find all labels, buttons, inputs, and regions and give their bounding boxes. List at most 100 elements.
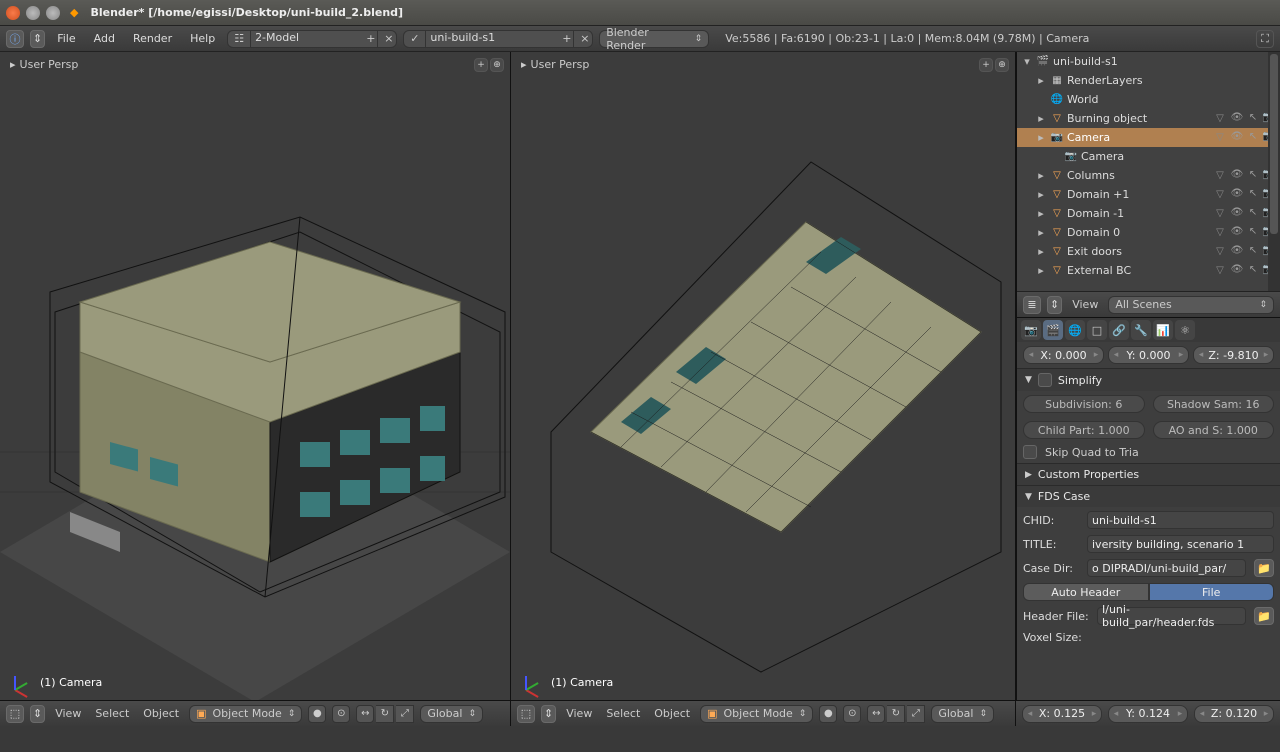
- viewport-right[interactable]: ▸User Persp +⊕ (1) Camera: [511, 52, 1016, 700]
- gravity-z[interactable]: ◂Z: -9.810▸: [1193, 346, 1274, 364]
- object-data-icon[interactable]: ▽: [1212, 245, 1228, 259]
- pivot-icon[interactable]: ⊙: [843, 705, 861, 723]
- editor-type-icon[interactable]: ⬚: [6, 705, 24, 723]
- viewport-left[interactable]: ▸User Persp +⊕ (1) Camera: [0, 52, 511, 700]
- object-data-icon[interactable]: ▽: [1212, 188, 1228, 202]
- voxel-x[interactable]: ◂X: 0.125▸: [1022, 705, 1102, 723]
- editor-type-icon[interactable]: ⓘ: [6, 30, 24, 48]
- close-icon[interactable]: [6, 6, 20, 20]
- tab-physics-icon[interactable]: ⚛: [1175, 320, 1195, 340]
- scene-browse-icon[interactable]: ✓: [404, 31, 426, 47]
- simplify-checkbox[interactable]: [1038, 373, 1052, 387]
- selectable-icon[interactable]: ↖: [1246, 188, 1260, 202]
- expand-icon[interactable]: ▸: [1035, 245, 1047, 258]
- object-menu[interactable]: Object: [650, 707, 694, 720]
- header-expand-icon[interactable]: ⇕: [30, 705, 45, 723]
- expand-icon[interactable]: ▸: [1035, 131, 1047, 144]
- selectable-icon[interactable]: ↖: [1246, 226, 1260, 240]
- viewport-collapse-icon[interactable]: ▸: [10, 58, 16, 71]
- viewport-plus-icon[interactable]: +: [979, 58, 993, 72]
- simplify-subdiv[interactable]: Subdivision: 6: [1023, 395, 1145, 413]
- object-data-icon[interactable]: ▽: [1212, 226, 1228, 240]
- selectable-icon[interactable]: ↖: [1246, 112, 1260, 126]
- maximize-icon[interactable]: [46, 6, 60, 20]
- select-menu[interactable]: Select: [602, 707, 644, 720]
- tab-constraint-icon[interactable]: 🔗: [1109, 320, 1129, 340]
- menu-add[interactable]: Add: [88, 32, 121, 45]
- fds-dir-input[interactable]: o DIPRADI/uni-build_par/: [1087, 559, 1246, 577]
- outliner-world[interactable]: World: [1067, 93, 1280, 106]
- outliner-expand-icon[interactable]: ⇕: [1047, 296, 1062, 314]
- outliner-item-child[interactable]: 📷Camera: [1017, 147, 1280, 166]
- fds-file-button[interactable]: File: [1149, 583, 1275, 601]
- tab-data-icon[interactable]: 📊: [1153, 320, 1173, 340]
- expand-icon[interactable]: ▸: [1035, 264, 1047, 277]
- panel-customprops-header[interactable]: ▶Custom Properties: [1017, 464, 1280, 485]
- fullscreen-icon[interactable]: ⛶: [1256, 30, 1274, 48]
- simplify-child[interactable]: Child Part: 1.000: [1023, 421, 1145, 439]
- outliner-editor-icon[interactable]: ≣: [1023, 296, 1041, 314]
- layout-add-icon[interactable]: +: [360, 31, 378, 47]
- manip-translate-icon[interactable]: ↔: [356, 705, 374, 723]
- manip-scale-icon[interactable]: ⤢: [396, 705, 414, 723]
- visibility-icon[interactable]: 👁: [1230, 169, 1244, 183]
- layout-delete-icon[interactable]: ×: [378, 31, 396, 47]
- header-expand-icon[interactable]: ⇕: [541, 705, 556, 723]
- tab-scene-icon[interactable]: 🎬: [1043, 320, 1063, 340]
- object-data-icon[interactable]: ▽: [1212, 131, 1228, 145]
- scene-delete-icon[interactable]: ×: [574, 31, 592, 47]
- expand-icon[interactable]: ▾: [1021, 55, 1033, 68]
- simplify-ao[interactable]: AO and S: 1.000: [1153, 421, 1275, 439]
- selectable-icon[interactable]: ↖: [1246, 131, 1260, 145]
- outliner-item[interactable]: ▸ ▽ Exit doors | ▽ 👁 ↖ 📷: [1017, 242, 1280, 261]
- tab-render-icon[interactable]: 📷: [1021, 320, 1041, 340]
- tab-object-icon[interactable]: □: [1087, 320, 1107, 340]
- folder-icon[interactable]: 📁: [1254, 559, 1274, 577]
- viewport-plus-icon[interactable]: +: [474, 58, 488, 72]
- outliner-item[interactable]: ▸ ▽ Domain +1 | ▽ 👁 ↖ 📷: [1017, 185, 1280, 204]
- outliner-scrollbar[interactable]: [1268, 52, 1280, 291]
- panel-fds-header[interactable]: ▼FDS Case: [1017, 486, 1280, 507]
- fds-chid-input[interactable]: uni-build-s1: [1087, 511, 1274, 529]
- scene-add-icon[interactable]: +: [556, 31, 574, 47]
- shading-solid-icon[interactable]: ●: [308, 705, 326, 723]
- manip-rotate-icon[interactable]: ↻: [376, 705, 394, 723]
- outliner-filter-dropdown[interactable]: All Scenes ⇕: [1108, 296, 1274, 314]
- panel-simplify-header[interactable]: ▼Simplify: [1017, 369, 1280, 391]
- outliner-item[interactable]: ▸ 📷 Camera | ▽ 👁 ↖ 📷: [1017, 128, 1280, 147]
- expand-icon[interactable]: ▸: [1035, 226, 1047, 239]
- voxel-z[interactable]: ◂Z: 0.120▸: [1194, 705, 1274, 723]
- outliner-item[interactable]: ▸ ▽ Domain 0 | ▽ 👁 ↖ 📷: [1017, 223, 1280, 242]
- visibility-icon[interactable]: 👁: [1230, 207, 1244, 221]
- fds-auto-button[interactable]: Auto Header: [1023, 583, 1149, 601]
- menu-render[interactable]: Render: [127, 32, 178, 45]
- selectable-icon[interactable]: ↖: [1246, 245, 1260, 259]
- fds-hdrfile-input[interactable]: I/uni-build_par/header.fds: [1097, 607, 1246, 625]
- gravity-y[interactable]: ◂Y: 0.000▸: [1108, 346, 1189, 364]
- pivot-icon[interactable]: ⊙: [332, 705, 350, 723]
- expand-icon[interactable]: ▸: [1035, 188, 1047, 201]
- expand-icon[interactable]: ▸: [1035, 169, 1047, 182]
- mode-dropdown[interactable]: ▣Object Mode⇕: [189, 705, 302, 723]
- outliner-view-menu[interactable]: View: [1068, 298, 1102, 311]
- layout-name[interactable]: 2-Model: [251, 31, 360, 47]
- select-menu[interactable]: Select: [91, 707, 133, 720]
- viewport-collapse-icon[interactable]: ▸: [521, 58, 527, 71]
- voxel-y[interactable]: ◂Y: 0.124▸: [1108, 705, 1188, 723]
- visibility-icon[interactable]: 👁: [1230, 188, 1244, 202]
- object-data-icon[interactable]: ▽: [1212, 264, 1228, 278]
- manip-scale-icon[interactable]: ⤢: [907, 705, 925, 723]
- gravity-x[interactable]: ◂X: 0.000▸: [1023, 346, 1104, 364]
- outliner-renderlayers[interactable]: RenderLayers: [1067, 74, 1260, 87]
- minimize-icon[interactable]: [26, 6, 40, 20]
- object-data-icon[interactable]: ▽: [1212, 207, 1228, 221]
- visibility-icon[interactable]: 👁: [1230, 131, 1244, 145]
- orientation-dropdown[interactable]: Global⇕: [420, 705, 483, 723]
- render-engine-dropdown[interactable]: Blender Render ⇕: [599, 30, 709, 48]
- object-menu[interactable]: Object: [139, 707, 183, 720]
- selectable-icon[interactable]: ↖: [1246, 169, 1260, 183]
- visibility-icon[interactable]: 👁: [1230, 245, 1244, 259]
- tab-modifier-icon[interactable]: 🔧: [1131, 320, 1151, 340]
- selectable-icon[interactable]: ↖: [1246, 207, 1260, 221]
- object-data-icon[interactable]: ▽: [1212, 112, 1228, 126]
